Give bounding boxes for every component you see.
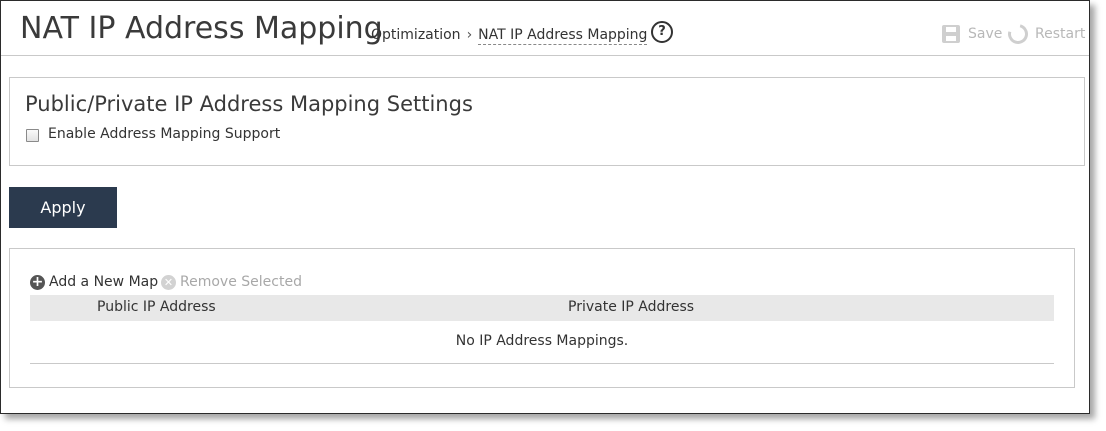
add-new-map-label: Add a New Map xyxy=(49,274,159,290)
column-private-ip: Private IP Address xyxy=(568,299,695,315)
enable-address-mapping-checkbox[interactable] xyxy=(26,129,39,142)
main-window: NAT IP Address Mapping Optimization › NAT … xyxy=(0,0,1090,414)
remove-selected-button[interactable]: ✕ Remove Selected xyxy=(161,274,302,290)
restart-icon xyxy=(1004,20,1032,48)
mappings-table-header: Public IP Address Private IP Address xyxy=(30,295,1054,321)
apply-button[interactable]: Apply xyxy=(9,187,117,228)
breadcrumb-current[interactable]: NAT IP Address Mapping xyxy=(478,27,648,45)
table-row: No IP Address Mappings. xyxy=(30,321,1054,364)
save-label: Save xyxy=(968,26,1003,42)
settings-title: Public/Private IP Address Mapping Settin… xyxy=(25,92,473,116)
add-new-map-button[interactable]: + Add a New Map xyxy=(30,274,158,290)
help-icon[interactable]: ? xyxy=(651,21,673,43)
empty-message: No IP Address Mappings. xyxy=(455,333,629,349)
restart-button[interactable]: Restart xyxy=(1004,20,1086,48)
save-icon xyxy=(942,25,960,43)
mappings-panel: + Add a New Map ✕ Remove Selected Public… xyxy=(9,248,1075,388)
page-title: NAT IP Address Mapping xyxy=(20,11,383,46)
breadcrumb-optimization[interactable]: Optimization xyxy=(371,27,461,43)
mapping-settings-panel: Public/Private IP Address Mapping Settin… xyxy=(9,77,1085,166)
plus-circle-icon: + xyxy=(30,273,45,290)
column-public-ip: Public IP Address xyxy=(97,299,216,315)
save-button[interactable]: Save xyxy=(942,23,1002,45)
restart-label: Restart xyxy=(1035,26,1086,42)
enable-address-mapping-label[interactable]: Enable Address Mapping Support xyxy=(48,126,280,142)
x-circle-icon: ✕ xyxy=(161,274,176,290)
remove-selected-label: Remove Selected xyxy=(180,274,302,290)
page-header: NAT IP Address Mapping Optimization › NAT … xyxy=(1,1,1089,56)
breadcrumb-separator: › xyxy=(466,27,473,43)
breadcrumb: Optimization › NAT IP Address Mapping xyxy=(371,27,648,45)
